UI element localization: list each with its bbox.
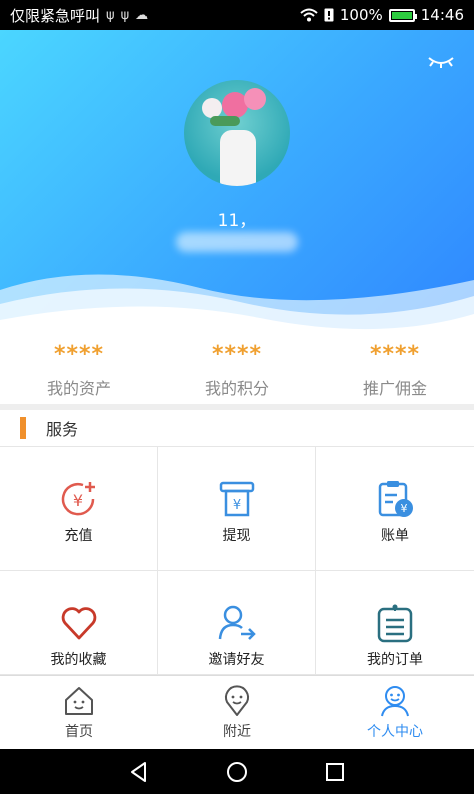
vase-shape: [220, 130, 256, 186]
battery-icon: [388, 8, 417, 22]
stats-row: **** 我的资产 **** 我的积分 **** 推广佣金: [0, 340, 474, 404]
recharge-icon: ¥: [61, 482, 95, 516]
stat-points[interactable]: **** 我的积分: [158, 340, 316, 404]
status-right: 100% 14:46: [300, 6, 464, 24]
username: 11，: [217, 211, 257, 231]
profile-header: 11，: [0, 30, 474, 340]
services-grid: ¥ 充值 ¥ 提现 ¥ 账单 我的收藏 邀请好友 我的订单: [0, 447, 474, 675]
nearby-icon: [225, 685, 249, 716]
usb-icon: ψ: [120, 7, 130, 23]
usb-icon: ψ: [106, 7, 115, 23]
service-recharge[interactable]: ¥ 充值: [0, 447, 158, 571]
svg-text:¥: ¥: [72, 491, 82, 510]
battery-fill: [391, 11, 412, 19]
stat-assets[interactable]: **** 我的资产: [0, 340, 158, 404]
wifi-icon: [300, 8, 318, 22]
flower-shape: [244, 88, 266, 110]
profile-icon: [381, 686, 409, 717]
stat-value: ****: [53, 342, 105, 367]
service-label: 充值: [64, 528, 93, 544]
blurred-phone: [176, 232, 298, 252]
invite-icon: [218, 605, 256, 640]
stat-label: 我的积分: [204, 379, 269, 398]
tab-label: 首页: [65, 724, 93, 740]
home-nav-icon[interactable]: [225, 760, 249, 784]
tab-label: 个人中心: [367, 724, 423, 740]
eye-closed-icon[interactable]: [426, 52, 456, 72]
stat-value: ****: [369, 342, 421, 367]
flower-shape: [202, 98, 222, 118]
tab-label: 附近: [223, 724, 251, 740]
tab-profile[interactable]: 个人中心: [316, 676, 474, 749]
service-withdraw[interactable]: ¥ 提现: [158, 447, 316, 571]
stat-value: ****: [211, 342, 263, 367]
back-icon[interactable]: [127, 760, 151, 784]
service-label: 我的收藏: [50, 652, 107, 668]
avatar[interactable]: [184, 80, 290, 186]
withdraw-icon: ¥: [219, 481, 254, 517]
battery-percent: 100%: [339, 6, 383, 24]
recents-icon[interactable]: [323, 760, 347, 784]
service-label: 提现: [222, 528, 251, 544]
order-icon: [377, 604, 413, 643]
wave-decoration: [0, 274, 474, 340]
service-favorites[interactable]: 我的收藏: [0, 571, 158, 675]
svg-text:¥: ¥: [401, 502, 408, 515]
svg-text:¥: ¥: [232, 498, 240, 513]
carrier-text: 仅限紧急呼叫: [10, 6, 101, 25]
section-header: 服务: [0, 410, 474, 447]
tab-nearby[interactable]: 附近: [158, 676, 316, 749]
stat-commission[interactable]: **** 推广佣金: [316, 340, 474, 404]
bill-icon: ¥: [378, 481, 413, 517]
bottom-tab-bar: 首页 附近 个人中心: [0, 675, 474, 749]
sim-alert-icon: [324, 8, 334, 22]
heart-icon: [61, 607, 96, 640]
status-bar: 仅限紧急呼叫 ψ ψ ☁ 100% 14:46: [0, 0, 474, 30]
section-title: 服务: [46, 420, 79, 439]
status-left: 仅限紧急呼叫 ψ ψ ☁: [10, 5, 148, 26]
stat-label: 我的资产: [46, 379, 111, 398]
service-invite[interactable]: 邀请好友: [158, 571, 316, 675]
stat-label: 推广佣金: [362, 379, 427, 398]
leaf-shape: [210, 116, 240, 126]
home-icon: [65, 687, 93, 715]
service-orders[interactable]: 我的订单: [316, 571, 474, 675]
service-label: 我的订单: [367, 652, 423, 668]
service-bill[interactable]: ¥ 账单: [316, 447, 474, 571]
tab-home[interactable]: 首页: [0, 676, 158, 749]
service-label: 账单: [381, 528, 409, 544]
system-nav-bar: [0, 749, 474, 794]
cloud-icon: ☁: [135, 7, 149, 23]
clock: 14:46: [420, 6, 464, 24]
section-accent-bar: [20, 417, 26, 439]
service-label: 邀请好友: [208, 652, 265, 668]
